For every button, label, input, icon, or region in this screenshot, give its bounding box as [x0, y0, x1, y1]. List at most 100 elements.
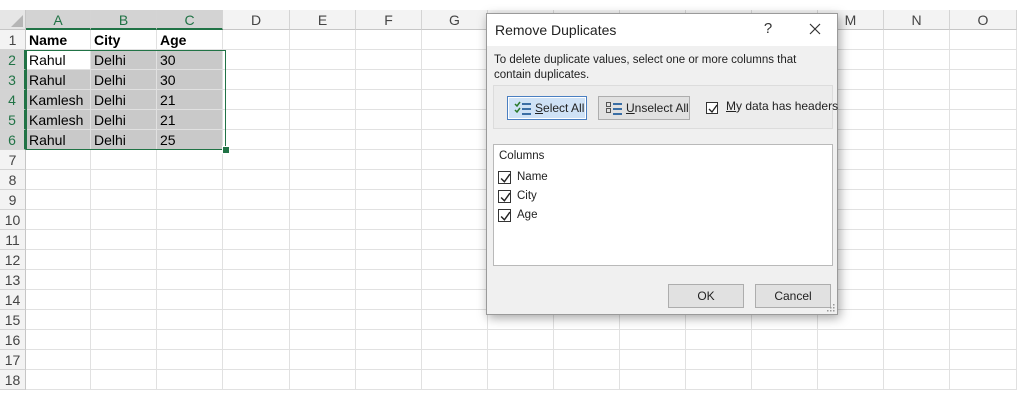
row-header-2[interactable]: 2 — [0, 50, 26, 70]
row-header-12[interactable]: 12 — [0, 250, 26, 270]
cell[interactable] — [884, 350, 950, 370]
cell[interactable]: Age — [157, 30, 223, 50]
cell[interactable] — [884, 230, 950, 250]
cell[interactable] — [950, 190, 1017, 210]
cell[interactable] — [157, 290, 223, 310]
cell[interactable] — [223, 290, 290, 310]
cell[interactable] — [884, 370, 950, 390]
select-all-button[interactable]: Select All — [507, 96, 587, 120]
cell[interactable] — [290, 310, 356, 330]
cell[interactable]: 21 — [157, 90, 223, 110]
cell[interactable] — [422, 230, 488, 250]
cell[interactable] — [91, 350, 157, 370]
column-header-g[interactable]: G — [422, 10, 488, 30]
cell[interactable] — [223, 110, 290, 130]
column-item-city[interactable]: City — [497, 188, 617, 206]
cell[interactable] — [290, 370, 356, 390]
cell[interactable] — [290, 330, 356, 350]
cell[interactable] — [884, 290, 950, 310]
cell[interactable] — [620, 330, 686, 350]
cell[interactable] — [950, 50, 1017, 70]
column-item-age[interactable]: Age — [497, 207, 617, 225]
cell[interactable]: Delhi — [91, 110, 157, 130]
cell[interactable] — [26, 290, 91, 310]
row-header-13[interactable]: 13 — [0, 270, 26, 290]
cell[interactable] — [290, 30, 356, 50]
cell[interactable] — [157, 330, 223, 350]
cell[interactable] — [884, 210, 950, 230]
cell[interactable] — [290, 350, 356, 370]
cell[interactable]: City — [91, 30, 157, 50]
row-header-6[interactable]: 6 — [0, 130, 26, 150]
cell[interactable] — [223, 250, 290, 270]
cell[interactable] — [26, 190, 91, 210]
column-header-o[interactable]: O — [950, 10, 1017, 30]
cell[interactable] — [950, 290, 1017, 310]
column-checkbox[interactable] — [498, 190, 511, 203]
cell[interactable] — [26, 210, 91, 230]
cell[interactable] — [26, 350, 91, 370]
cell[interactable] — [422, 190, 488, 210]
cell[interactable] — [752, 370, 818, 390]
cell[interactable] — [950, 350, 1017, 370]
cell[interactable]: Delhi — [91, 50, 157, 70]
cell[interactable] — [422, 50, 488, 70]
cell[interactable] — [620, 370, 686, 390]
cell[interactable] — [884, 70, 950, 90]
cell[interactable] — [950, 110, 1017, 130]
row-header-3[interactable]: 3 — [0, 70, 26, 90]
cell[interactable] — [157, 270, 223, 290]
cell[interactable] — [884, 250, 950, 270]
cell[interactable] — [290, 290, 356, 310]
cell[interactable] — [884, 150, 950, 170]
cell[interactable] — [290, 270, 356, 290]
cell[interactable] — [91, 290, 157, 310]
cell[interactable] — [950, 310, 1017, 330]
cell[interactable] — [290, 70, 356, 90]
row-header-5[interactable]: 5 — [0, 110, 26, 130]
ok-button[interactable]: OK — [668, 284, 744, 308]
cell[interactable] — [488, 370, 554, 390]
cell[interactable] — [356, 210, 422, 230]
cell[interactable] — [422, 210, 488, 230]
cell[interactable] — [884, 270, 950, 290]
cell[interactable] — [91, 230, 157, 250]
cell[interactable] — [884, 130, 950, 150]
cell[interactable] — [356, 170, 422, 190]
help-button[interactable]: ? — [759, 19, 777, 39]
cell[interactable] — [422, 110, 488, 130]
row-header-15[interactable]: 15 — [0, 310, 26, 330]
cell[interactable] — [223, 130, 290, 150]
row-header-4[interactable]: 4 — [0, 90, 26, 110]
cell[interactable]: 25 — [157, 130, 223, 150]
cell[interactable] — [686, 350, 752, 370]
cell[interactable] — [91, 330, 157, 350]
my-data-has-headers-checkbox[interactable]: My data has headers — [700, 98, 890, 118]
cell[interactable] — [26, 330, 91, 350]
cell[interactable]: 21 — [157, 110, 223, 130]
row-header-1[interactable]: 1 — [0, 30, 26, 50]
cell[interactable]: Rahul — [26, 130, 91, 150]
cell[interactable] — [157, 210, 223, 230]
cell[interactable] — [422, 290, 488, 310]
cell[interactable] — [884, 30, 950, 50]
cell[interactable] — [356, 330, 422, 350]
cell[interactable] — [26, 370, 91, 390]
fill-handle[interactable] — [222, 146, 230, 154]
cell[interactable] — [223, 50, 290, 70]
column-checkbox[interactable] — [498, 171, 511, 184]
cell[interactable]: Name — [26, 30, 91, 50]
cell[interactable]: 30 — [157, 50, 223, 70]
cell[interactable] — [157, 250, 223, 270]
cell[interactable] — [356, 110, 422, 130]
cell[interactable] — [290, 190, 356, 210]
cell[interactable] — [26, 250, 91, 270]
cell[interactable] — [818, 330, 884, 350]
cell[interactable] — [884, 50, 950, 70]
cell[interactable] — [356, 370, 422, 390]
cell[interactable] — [950, 90, 1017, 110]
column-header-a[interactable]: A — [26, 10, 91, 30]
cell[interactable] — [884, 190, 950, 210]
cell[interactable] — [91, 370, 157, 390]
cell[interactable] — [422, 270, 488, 290]
